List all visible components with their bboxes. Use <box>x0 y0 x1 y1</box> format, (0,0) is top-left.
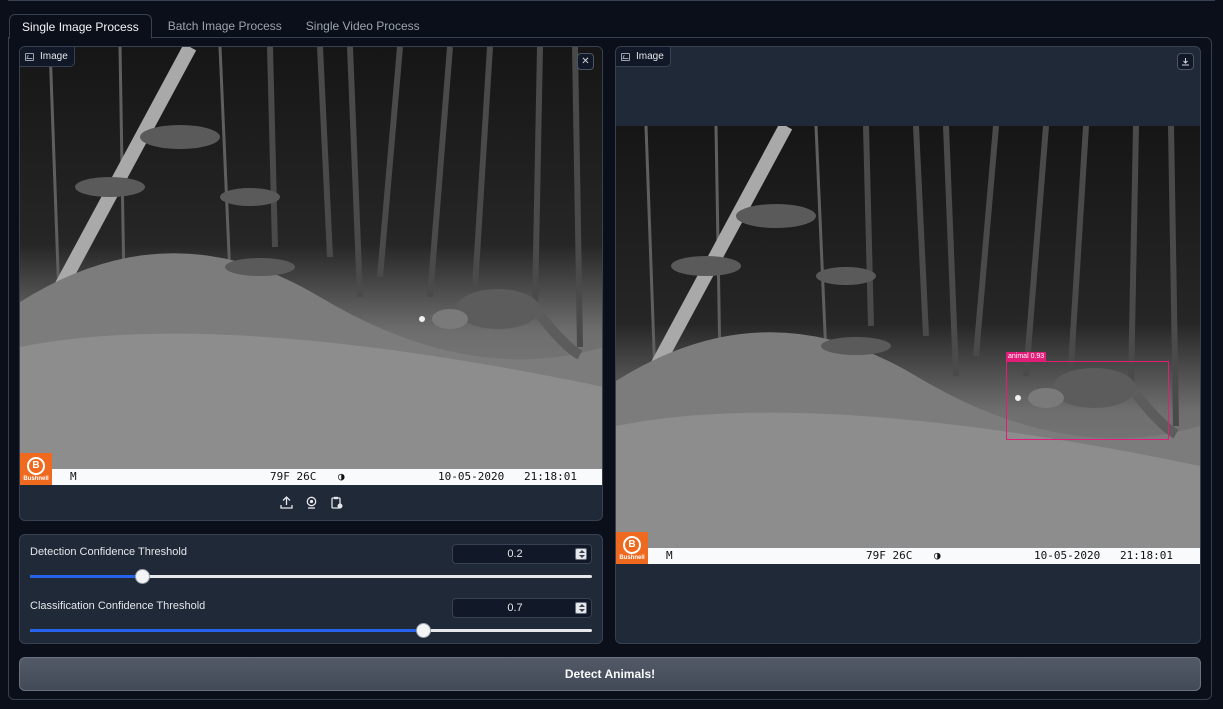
image-icon <box>621 52 630 61</box>
close-icon: ✕ <box>581 56 590 67</box>
close-button[interactable]: ✕ <box>577 53 594 70</box>
tab-single-video-process[interactable]: Single Video Process <box>294 14 432 39</box>
detection-threshold-spinner[interactable] <box>575 548 587 560</box>
output-image-panel: Image animal 0.93 B Bushnell M 79F 26C ◑… <box>615 46 1201 644</box>
bushnell-logo: B Bushnell <box>616 532 648 564</box>
moon-phase-icon: ◑ <box>338 470 345 483</box>
mode-indicator: M <box>666 549 673 562</box>
mode-indicator: M <box>70 470 77 483</box>
camera-stamp-bar: M 79F 26C ◑ 10-05-2020 21:18:01 <box>616 548 1200 564</box>
tab-batch-image-process[interactable]: Batch Image Process <box>156 14 294 39</box>
bushnell-logo: B Bushnell <box>20 453 52 485</box>
temperature-readout: 79F 26C <box>270 470 317 483</box>
detection-threshold-thumb[interactable] <box>135 569 151 584</box>
detection-threshold-slider[interactable] <box>30 569 592 584</box>
detection-label: animal 0.93 <box>1006 352 1047 361</box>
classification-threshold-thumb[interactable] <box>416 623 432 638</box>
classification-threshold-value[interactable]: 0.7 <box>453 602 577 614</box>
night-forest-scene <box>616 126 1200 564</box>
temperature-readout: 79F 26C <box>866 549 913 562</box>
classification-threshold-spinner[interactable] <box>575 602 587 614</box>
tab-single-image-process[interactable]: Single Image Process <box>9 14 152 39</box>
detection-threshold-label: Detection Confidence Threshold <box>30 546 187 558</box>
camera-stamp-bar: M 79F 26C ◑ 10-05-2020 21:18:01 <box>20 469 602 485</box>
night-forest-scene <box>20 47 602 485</box>
date-readout: 10-05-2020 <box>1034 549 1101 562</box>
classification-threshold-label: Classification Confidence Threshold <box>30 600 206 612</box>
image-source-toolbar <box>20 484 602 520</box>
clipboard-icon[interactable] <box>329 495 344 510</box>
webcam-icon[interactable] <box>304 495 319 510</box>
input-trail-camera-image: B Bushnell M 79F 26C ◑ 10-05-2020 21:18:… <box>20 47 602 485</box>
output-image-label: Image <box>636 51 664 62</box>
upload-icon[interactable] <box>279 495 294 510</box>
date-readout: 10-05-2020 <box>438 470 505 483</box>
detect-animals-button[interactable]: Detect Animals! <box>19 657 1201 691</box>
input-image-panel[interactable]: Image ✕ B Bushnell M 79F 26C ◑ 10-05-202… <box>19 46 603 521</box>
tab-bar: Single Image Process Batch Image Process… <box>9 14 432 39</box>
input-image-label: Image <box>40 51 68 62</box>
output-image-badge: Image <box>616 47 671 67</box>
classification-threshold-input[interactable]: 0.7 <box>452 598 592 618</box>
detection-threshold-input[interactable]: 0.2 <box>452 544 592 564</box>
input-image-badge: Image <box>20 47 75 67</box>
image-icon <box>25 52 34 61</box>
classification-threshold-fill <box>30 629 424 632</box>
classification-threshold-slider[interactable] <box>30 623 592 638</box>
download-button[interactable] <box>1177 53 1194 70</box>
detection-threshold-value[interactable]: 0.2 <box>453 548 577 560</box>
download-icon <box>1182 58 1189 66</box>
moon-phase-icon: ◑ <box>934 549 941 562</box>
detection-threshold-fill <box>30 575 143 578</box>
threshold-sliders-panel: Detection Confidence Threshold 0.2 Class… <box>19 534 603 644</box>
output-annotated-image: animal 0.93 B Bushnell M 79F 26C ◑ 10-05… <box>616 126 1200 564</box>
detection-bounding-box: animal 0.93 <box>1006 352 1169 440</box>
time-readout: 21:18:01 <box>1120 549 1173 562</box>
time-readout: 21:18:01 <box>524 470 577 483</box>
top-divider <box>8 0 1215 1</box>
